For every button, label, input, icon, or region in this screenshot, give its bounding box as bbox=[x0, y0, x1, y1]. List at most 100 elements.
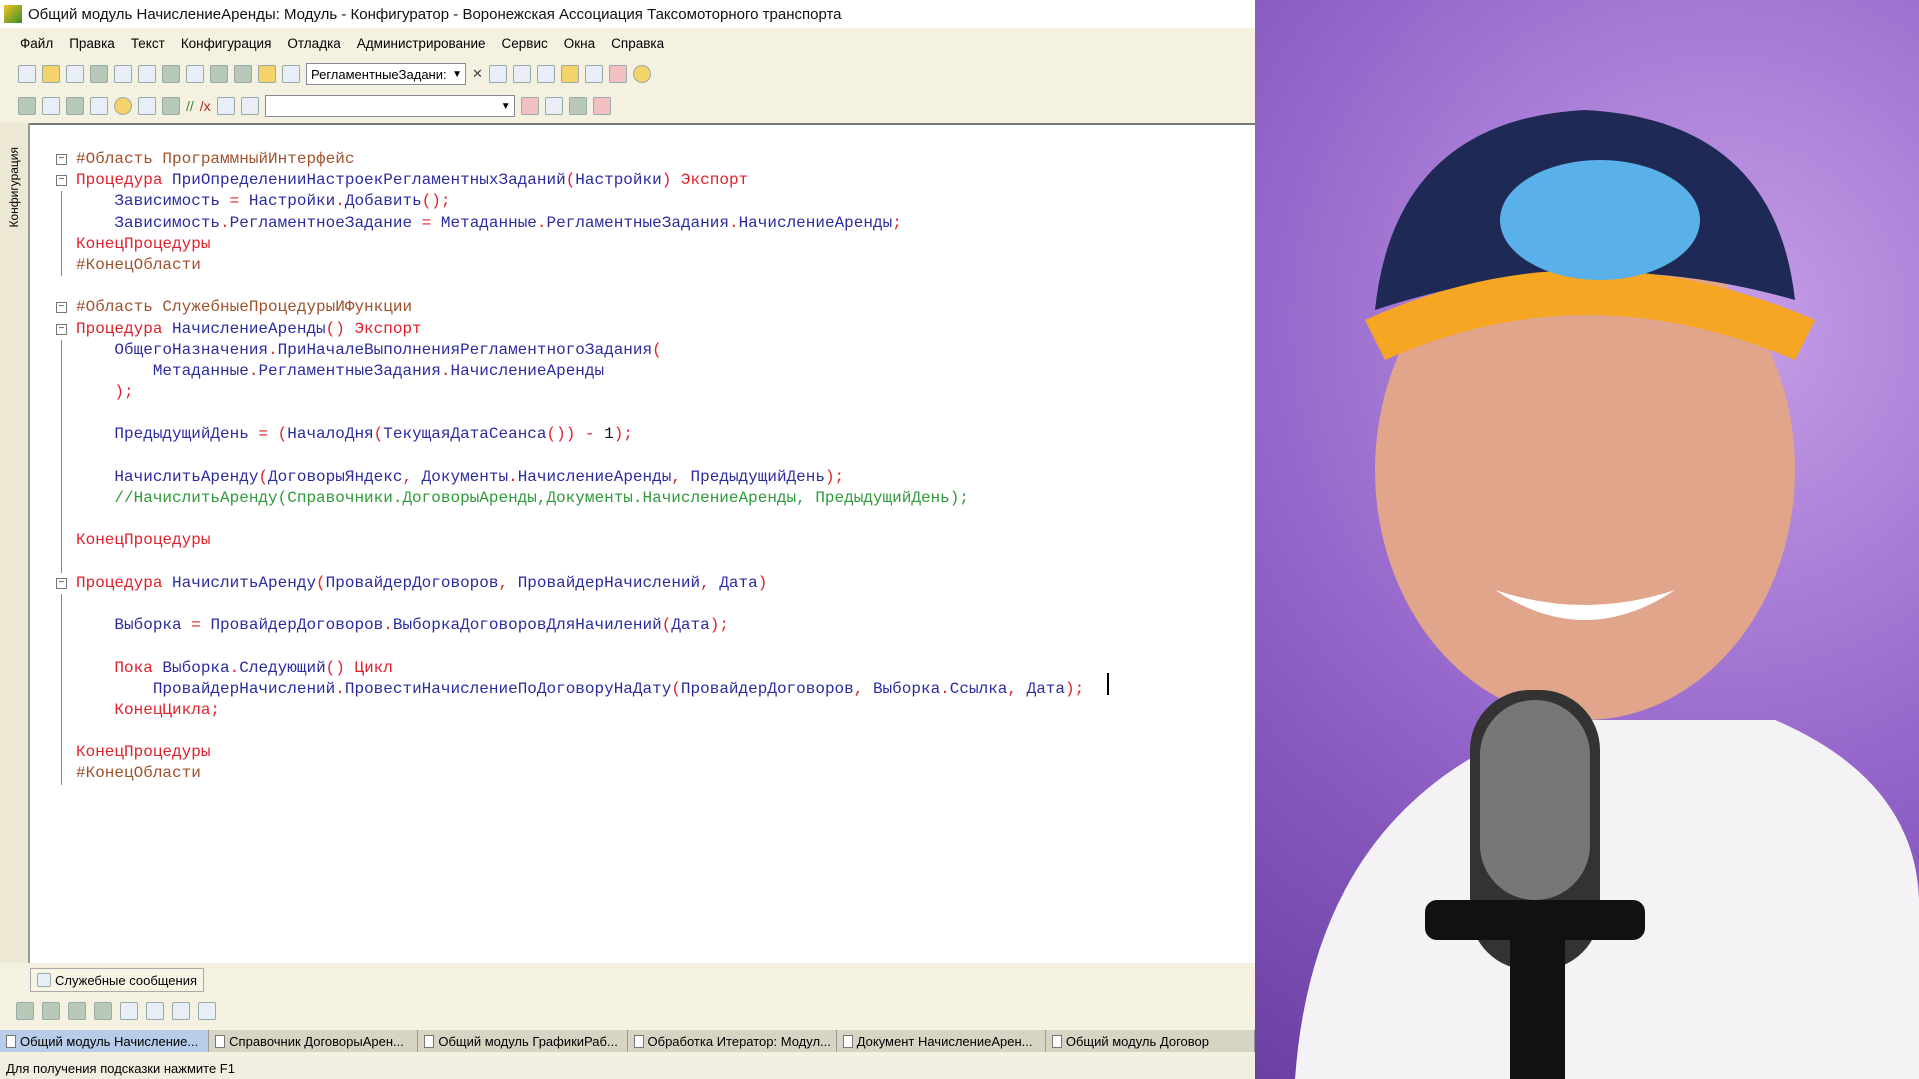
disable-breakpoint-icon[interactable] bbox=[568, 97, 587, 115]
code-line[interactable] bbox=[30, 721, 1084, 743]
code-line[interactable]: КонецЦикла; bbox=[30, 699, 1084, 722]
service-messages-tab[interactable]: Служебные сообщения bbox=[30, 968, 205, 992]
new-file-icon[interactable] bbox=[18, 65, 36, 83]
windows-icon[interactable] bbox=[536, 65, 555, 83]
save-icon[interactable] bbox=[66, 65, 84, 83]
chevron-down-icon[interactable]: ▼ bbox=[452, 69, 462, 80]
uncomment-icon[interactable]: /x bbox=[200, 98, 211, 114]
question-icon[interactable] bbox=[544, 97, 563, 115]
find-in-folder-icon[interactable] bbox=[258, 65, 276, 83]
code-line[interactable]: НачислитьАренду(ДоговорыЯндекс, Документ… bbox=[30, 466, 1084, 488]
fold-toggle-icon[interactable]: − bbox=[56, 302, 67, 314]
clear-search-icon[interactable]: ✕ bbox=[472, 66, 483, 82]
syntax-check-icon[interactable] bbox=[216, 97, 235, 115]
menu-configuration[interactable]: Конфигурация bbox=[173, 36, 280, 51]
find-next-icon[interactable] bbox=[488, 65, 507, 83]
code-line[interactable]: КонецПроцедуры bbox=[30, 233, 1084, 255]
menu-administration[interactable]: Администрирование bbox=[349, 36, 494, 51]
code-line[interactable] bbox=[30, 276, 1084, 297]
collapse-icon[interactable] bbox=[172, 1002, 190, 1020]
menu-debug[interactable]: Отладка bbox=[279, 36, 348, 51]
code-line[interactable]: − #Область ПрограммныйИнтерфейс bbox=[30, 149, 1084, 170]
outdent-icon[interactable] bbox=[162, 97, 180, 115]
database-icon[interactable] bbox=[66, 97, 84, 115]
menu-text[interactable]: Текст bbox=[123, 36, 173, 51]
window-tab[interactable]: Документ НачислениеАрен... bbox=[836, 1030, 1046, 1052]
menu-file[interactable]: Файл bbox=[12, 36, 61, 51]
chevron-down-icon[interactable]: ▼ bbox=[501, 101, 511, 112]
code-line[interactable]: //НачислитьАренду(Справочники.ДоговорыАр… bbox=[30, 488, 1084, 510]
code-line[interactable]: − Процедура ПриОпределенииНастроекРегламе… bbox=[30, 170, 1084, 191]
flag-prev-icon[interactable] bbox=[42, 1002, 60, 1020]
window-tab[interactable]: Общий модуль ГрафикиРаб... bbox=[418, 1030, 628, 1052]
menu-windows[interactable]: Окна bbox=[556, 36, 603, 51]
code-line[interactable] bbox=[30, 445, 1084, 467]
form-icon[interactable] bbox=[42, 97, 60, 115]
code-line[interactable]: #КонецОбласти bbox=[30, 763, 1084, 785]
code-editor[interactable]: − #Область ПрограммныйИнтерфейс − Процедура… bbox=[30, 123, 1255, 963]
code-line[interactable]: Зависимость = Настройки.Добавить(); bbox=[30, 191, 1084, 213]
code-line[interactable]: Выборка = ПровайдерДоговоров.ВыборкаДого… bbox=[30, 615, 1084, 637]
list-icon[interactable] bbox=[120, 1002, 138, 1020]
fold-toggle-icon[interactable]: − bbox=[56, 323, 67, 335]
breakpoint-icon[interactable] bbox=[520, 97, 539, 115]
code-line[interactable] bbox=[30, 593, 1084, 616]
code-line[interactable]: − Процедура НачислитьАренду(ПровайдерДого… bbox=[30, 573, 1084, 594]
flag-icon[interactable] bbox=[16, 1002, 34, 1020]
comment-icon[interactable]: // bbox=[186, 98, 194, 114]
open-file-icon[interactable] bbox=[42, 65, 60, 83]
wizard-icon[interactable] bbox=[560, 65, 579, 83]
code-line[interactable]: − #Область СлужебныеПроцедурыИФункции bbox=[30, 297, 1084, 318]
code-line[interactable] bbox=[30, 636, 1084, 658]
module-icon[interactable] bbox=[18, 97, 36, 115]
fold-toggle-icon[interactable]: − bbox=[56, 154, 67, 165]
window-tab[interactable]: Обработка Итератор: Модул... bbox=[627, 1030, 837, 1052]
config-tab[interactable]: Конфигурация bbox=[7, 147, 21, 228]
code-line[interactable]: ОбщегоНазначения.ПриНачалеВыполненияРегл… bbox=[30, 339, 1084, 361]
fold-toggle-icon[interactable]: − bbox=[56, 577, 67, 589]
print-preview-icon[interactable] bbox=[186, 65, 204, 83]
code-line[interactable]: − Процедура НачислениеАренды() Экспорт bbox=[30, 319, 1084, 340]
print-icon[interactable] bbox=[162, 65, 180, 83]
flag-clear-icon[interactable] bbox=[94, 1002, 112, 1020]
export-icon[interactable] bbox=[198, 1002, 216, 1020]
code-line[interactable]: Пока Выборка.Следующий() Цикл bbox=[30, 657, 1084, 679]
copy-icon[interactable] bbox=[114, 65, 132, 83]
procedure-combo[interactable]: ▼ bbox=[264, 95, 515, 117]
search-combo[interactable]: РегламентныеЗадани: ▼ bbox=[306, 63, 466, 85]
window-tab[interactable]: Общий модуль Договор bbox=[1045, 1030, 1256, 1052]
code-line[interactable]: #КонецОбласти bbox=[30, 254, 1084, 277]
code-line[interactable]: ПредыдущийДень = (НачалоДня(ТекущаяДатаС… bbox=[30, 424, 1084, 446]
info-icon[interactable] bbox=[632, 65, 651, 83]
paste-icon[interactable] bbox=[138, 65, 156, 83]
code-line[interactable]: Зависимость.РегламентноеЗадание = Метада… bbox=[30, 212, 1084, 234]
find-prev-icon[interactable] bbox=[512, 65, 531, 83]
code-line[interactable]: КонецПроцедуры bbox=[30, 742, 1084, 764]
menu-service[interactable]: Сервис bbox=[494, 36, 556, 51]
flag-next-icon[interactable] bbox=[68, 1002, 86, 1020]
procedure-search-icon[interactable] bbox=[240, 97, 259, 115]
expand-icon[interactable] bbox=[146, 1002, 164, 1020]
help-search-icon[interactable] bbox=[584, 65, 603, 83]
code-line[interactable]: Метаданные.РегламентныеЗадания.Начислени… bbox=[30, 360, 1084, 383]
search-icon[interactable] bbox=[282, 65, 300, 83]
code-line[interactable]: ПровайдерНачислений.ПровестиНачислениеПо… bbox=[30, 678, 1084, 700]
undo-icon[interactable] bbox=[210, 65, 228, 83]
code-line[interactable] bbox=[30, 403, 1084, 425]
redo-icon[interactable] bbox=[234, 65, 252, 83]
cut-icon[interactable] bbox=[90, 65, 108, 83]
window-tab[interactable]: Справочник ДоговорыАрен... bbox=[209, 1030, 419, 1052]
menu-edit[interactable]: Правка bbox=[61, 36, 123, 51]
code-line[interactable] bbox=[30, 551, 1084, 573]
fold-toggle-icon[interactable]: − bbox=[56, 175, 67, 187]
delete-breakpoints-icon[interactable] bbox=[592, 97, 611, 115]
code-line[interactable]: ); bbox=[30, 382, 1084, 404]
menu-help[interactable]: Справка bbox=[603, 36, 672, 51]
syntax-helper-icon[interactable] bbox=[608, 65, 627, 83]
indent-icon[interactable] bbox=[138, 97, 156, 115]
table-icon[interactable] bbox=[90, 97, 108, 115]
run-debug-icon[interactable] bbox=[114, 97, 132, 115]
code-line[interactable]: КонецПроцедуры bbox=[30, 530, 1084, 552]
window-tab[interactable]: Общий модуль Начисление... bbox=[0, 1030, 210, 1052]
code-line[interactable] bbox=[30, 509, 1084, 531]
